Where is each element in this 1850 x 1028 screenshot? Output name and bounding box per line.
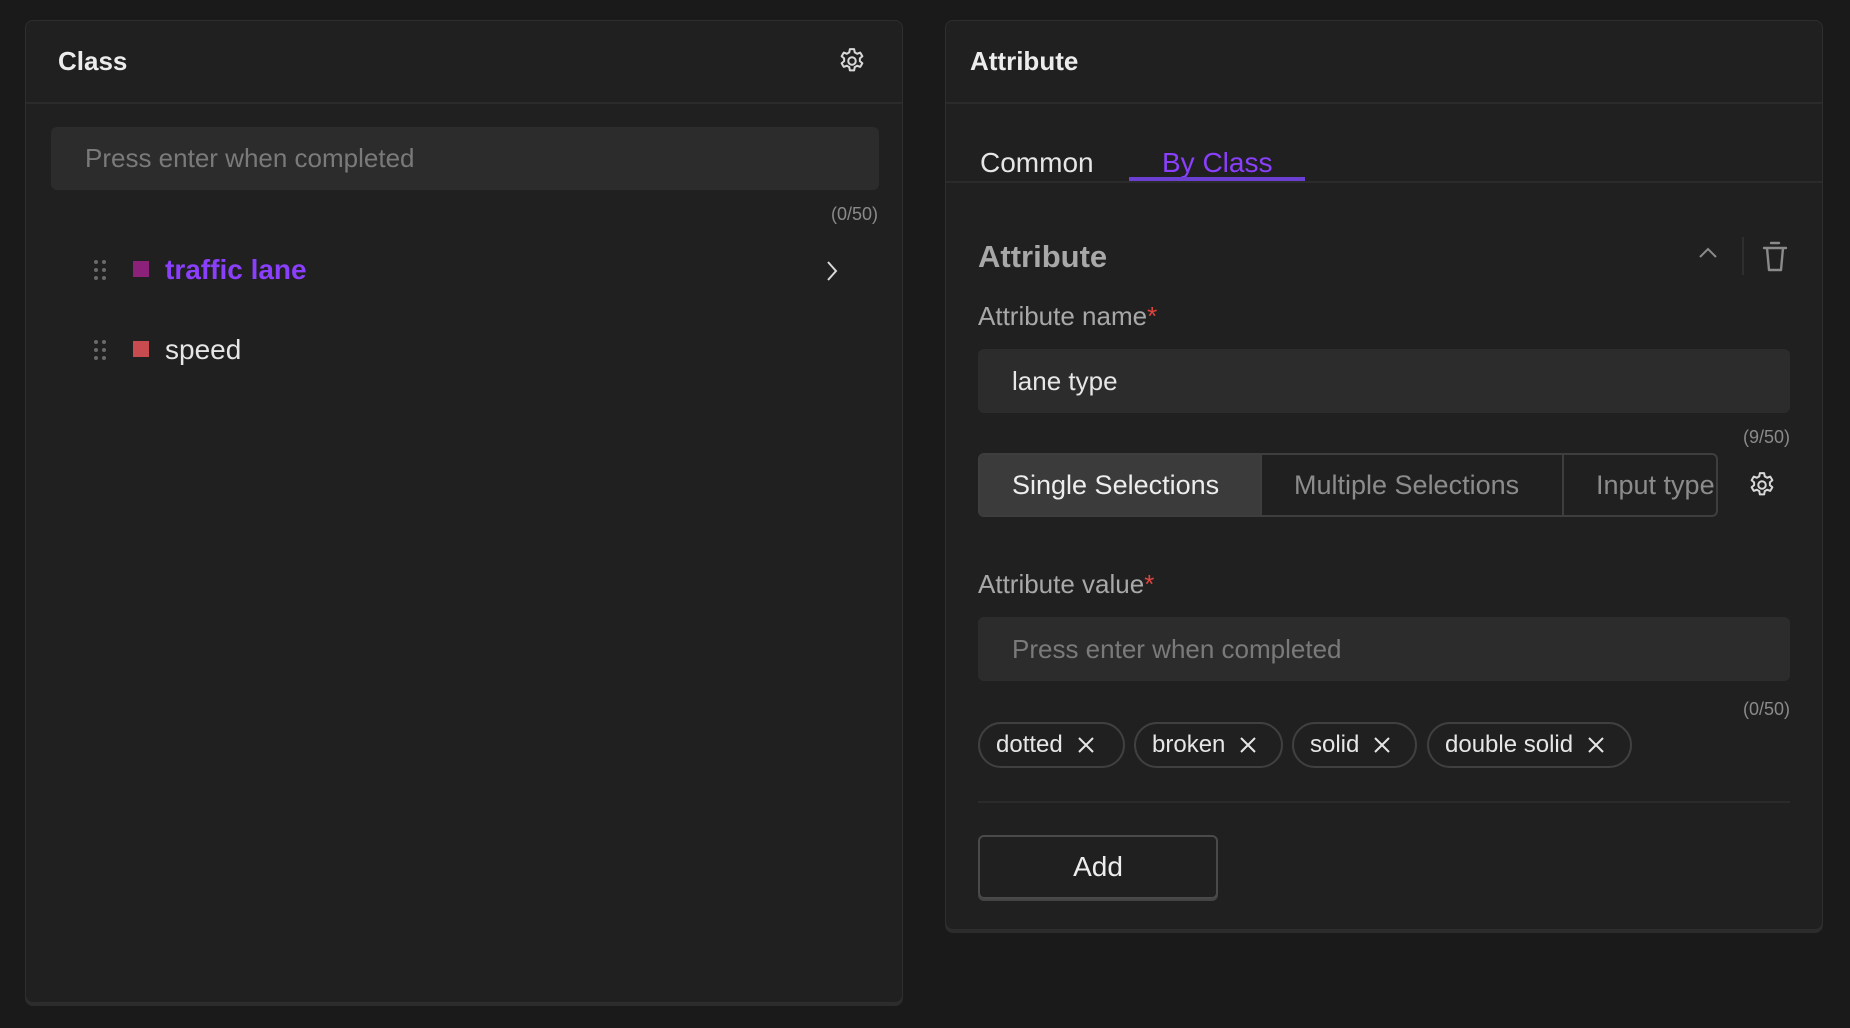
class-panel-header: Class	[26, 21, 902, 104]
class-name: traffic lane	[165, 254, 307, 285]
close-icon[interactable]	[1371, 734, 1393, 756]
class-color-swatch	[133, 341, 149, 357]
value-tag: broken	[1134, 722, 1283, 768]
required-mark: *	[1147, 301, 1158, 331]
selection-settings-button[interactable]	[1746, 469, 1778, 501]
value-tag: dotted	[978, 722, 1125, 768]
attribute-name-label: Attribute name*	[978, 301, 1157, 332]
attribute-value-label: Attribute value*	[978, 569, 1154, 600]
class-name-input[interactable]	[51, 127, 879, 190]
selection-type-multiple[interactable]: Multiple Selections	[1260, 455, 1562, 515]
value-tag-label: dotted	[996, 731, 1063, 758]
value-tag: double solid	[1427, 722, 1632, 768]
value-tag-label: solid	[1310, 731, 1360, 758]
selection-type-input[interactable]: Input type	[1562, 455, 1716, 515]
attribute-section-title: Attribute	[978, 239, 1108, 274]
class-item-traffic-lane[interactable]: traffic lane	[26, 240, 902, 300]
chevron-right-icon[interactable]	[821, 259, 843, 283]
section-actions-divider	[1742, 237, 1744, 275]
drag-handle-icon[interactable]	[93, 338, 107, 362]
attribute-name-input[interactable]	[978, 349, 1790, 413]
value-tag-label: double solid	[1445, 731, 1574, 758]
class-name: speed	[165, 334, 242, 365]
gear-icon	[840, 48, 864, 72]
class-color-swatch	[133, 261, 149, 277]
tab-common[interactable]: Common	[980, 125, 1094, 201]
class-item-speed[interactable]: speed	[26, 320, 902, 380]
attribute-panel-title: Attribute	[970, 46, 1079, 76]
class-settings-button[interactable]	[836, 45, 868, 77]
class-name-counter: (0/50)	[830, 204, 878, 224]
chevron-up-icon[interactable]	[1696, 245, 1720, 261]
attribute-value-label-text: Attribute value	[978, 569, 1145, 599]
attribute-name-counter: (9/50)	[1742, 427, 1790, 447]
class-panel-title: Class	[58, 46, 128, 76]
close-icon[interactable]	[1585, 734, 1607, 756]
add-attribute-button[interactable]: Add	[978, 835, 1218, 899]
attribute-panel-header: Attribute	[946, 21, 1822, 104]
attribute-name-label-text: Attribute name	[978, 301, 1148, 331]
tabs-divider	[946, 181, 1822, 183]
tab-by-class[interactable]: By Class	[1162, 125, 1272, 201]
attribute-value-input[interactable]	[978, 617, 1790, 681]
attribute-value-counter: (0/50)	[1742, 699, 1790, 719]
selection-type-single[interactable]: Single Selections	[980, 455, 1260, 515]
class-panel: Class (0/50) traffic lane speed	[25, 20, 903, 1003]
gear-icon	[1750, 472, 1774, 496]
close-icon[interactable]	[1075, 734, 1097, 756]
close-icon[interactable]	[1237, 734, 1259, 756]
trash-icon[interactable]	[1760, 240, 1790, 274]
attribute-panel: Attribute Common By Class Attribute Attr…	[945, 20, 1823, 930]
drag-handle-icon[interactable]	[93, 258, 107, 282]
value-tag-label: broken	[1152, 731, 1226, 758]
value-tag: solid	[1292, 722, 1417, 768]
selection-type-control: Single Selections Multiple Selections In…	[978, 453, 1718, 517]
required-mark: *	[1144, 569, 1155, 599]
section-divider	[978, 801, 1790, 803]
